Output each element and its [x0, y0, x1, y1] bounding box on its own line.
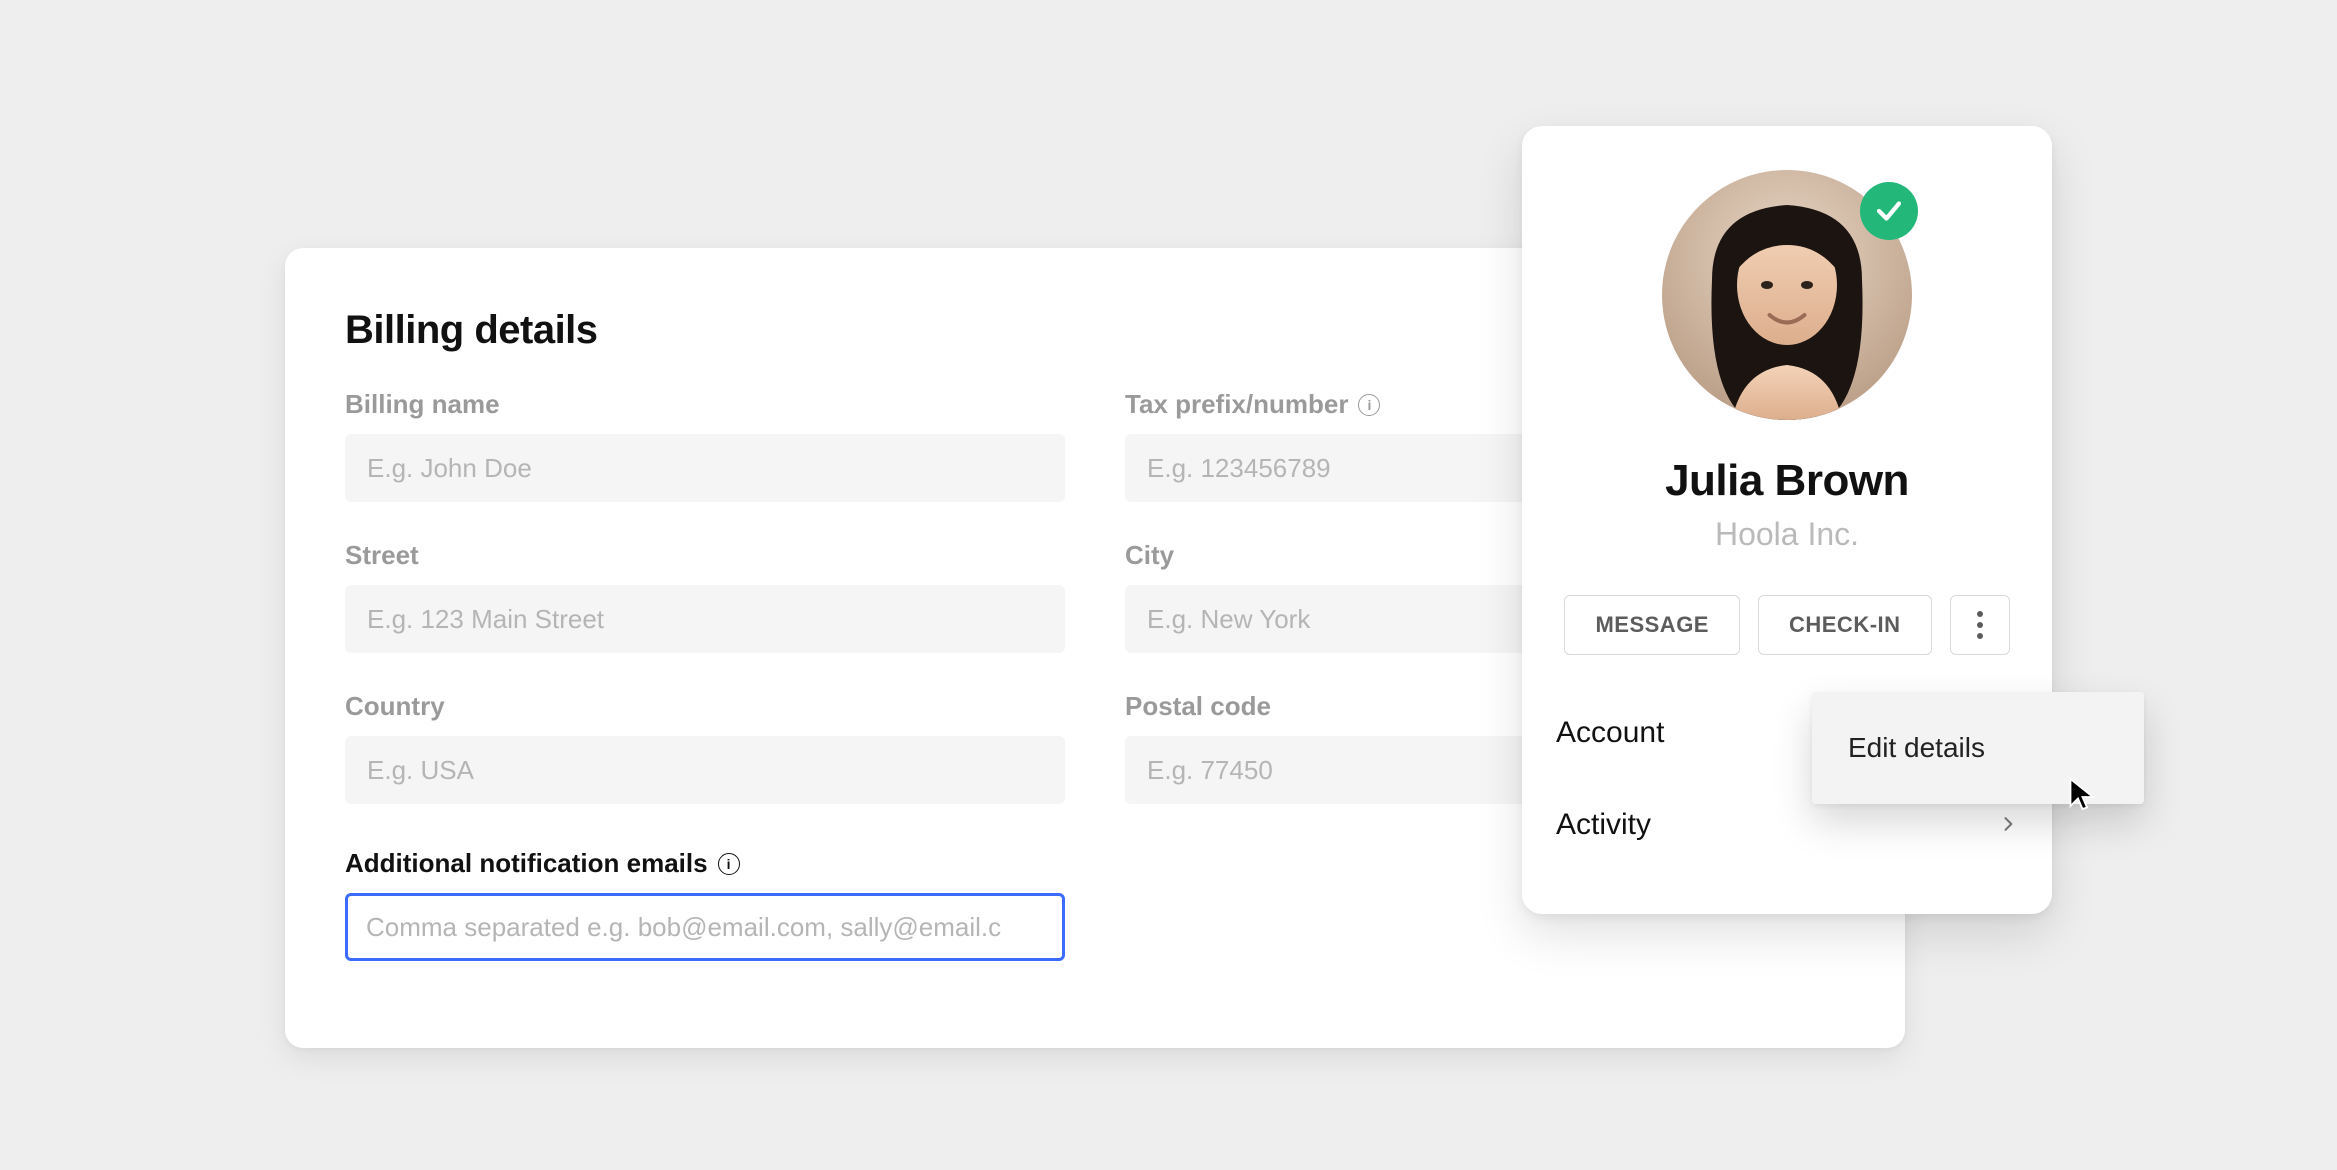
billing-name-input[interactable] — [345, 434, 1065, 502]
street-label: Street — [345, 540, 1065, 571]
country-label: Country — [345, 691, 1065, 722]
street-input[interactable] — [345, 585, 1065, 653]
country-field: Country — [345, 691, 1065, 804]
account-row-label: Account — [1556, 716, 1664, 750]
street-field: Street — [345, 540, 1065, 653]
info-icon[interactable] — [718, 853, 740, 875]
tax-prefix-label-text: Tax prefix/number — [1125, 389, 1348, 420]
additional-emails-input[interactable] — [345, 893, 1065, 961]
dots-vertical-icon — [1977, 611, 1983, 617]
activity-row-label: Activity — [1556, 808, 1651, 842]
billing-name-label: Billing name — [345, 389, 1065, 420]
info-icon[interactable] — [1358, 394, 1380, 416]
billing-name-field: Billing name — [345, 389, 1065, 502]
cursor-icon — [2066, 776, 2102, 812]
country-input[interactable] — [345, 736, 1065, 804]
more-options-button[interactable] — [1950, 595, 2010, 655]
checkin-button[interactable]: CHECK-IN — [1758, 595, 1932, 655]
chevron-right-icon — [1998, 808, 2018, 842]
profile-name: Julia Brown — [1665, 456, 1909, 506]
additional-emails-label-text: Additional notification emails — [345, 848, 708, 879]
verified-check-icon — [1860, 182, 1918, 240]
message-button[interactable]: MESSAGE — [1564, 595, 1740, 655]
avatar-wrap — [1662, 170, 1912, 420]
profile-company: Hoola Inc. — [1715, 516, 1859, 553]
profile-action-row: MESSAGE CHECK-IN — [1564, 595, 2009, 655]
